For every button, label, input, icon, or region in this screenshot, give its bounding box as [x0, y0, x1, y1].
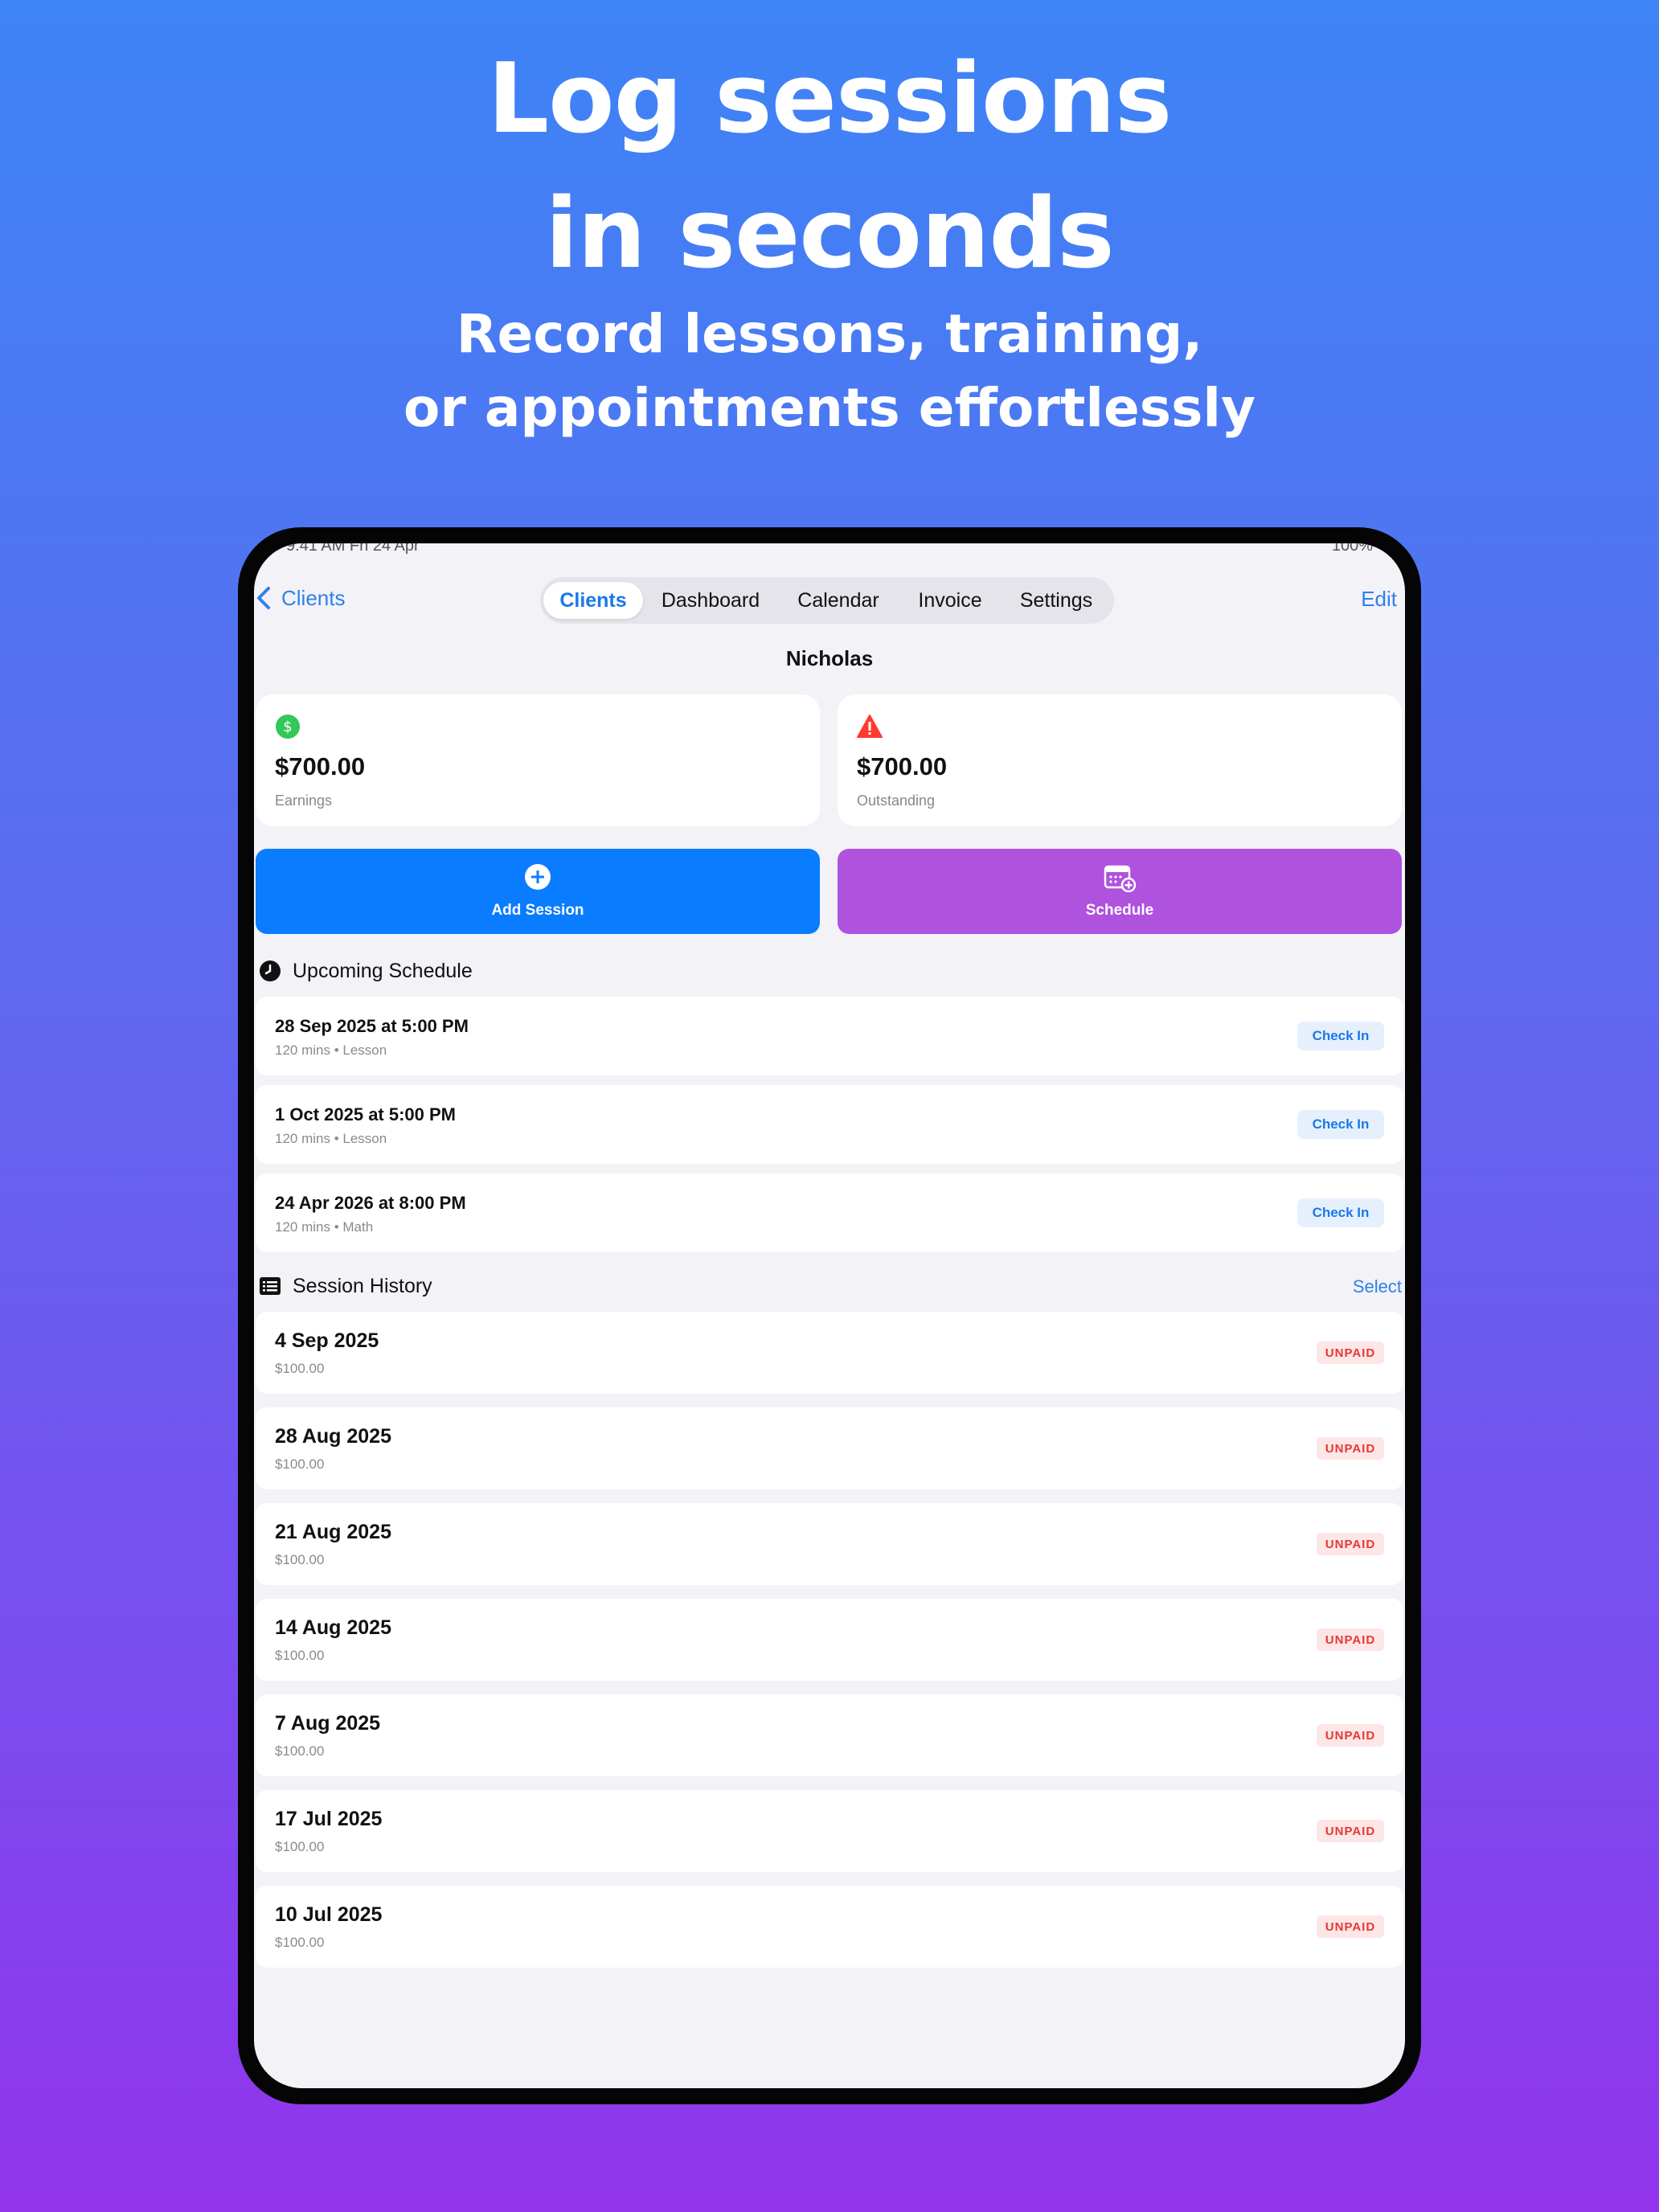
session-date: 10 Jul 2025 — [275, 1903, 383, 1926]
unpaid-status-badge: UNPAID — [1317, 1342, 1384, 1364]
tab-invoice[interactable]: Invoice — [899, 582, 1002, 619]
svg-text:$: $ — [283, 719, 292, 735]
upcoming-schedule-header: Upcoming Schedule — [259, 955, 473, 987]
tab-calendar[interactable]: Calendar — [778, 582, 899, 619]
upcoming-datetime: 1 Oct 2025 at 5:00 PM — [275, 1104, 457, 1124]
upcoming-row[interactable]: 28 Sep 2025 at 5:00 PM 120 mins • Lesson C… — [256, 997, 1403, 1075]
check-in-button[interactable]: Check In — [1297, 1110, 1384, 1139]
session-date: 7 Aug 2025 — [275, 1712, 381, 1735]
earnings-amount: $700.00 — [275, 752, 366, 780]
session-row[interactable]: 21 Aug 2025 $100.00 UNPAID — [256, 1503, 1403, 1585]
session-row[interactable]: 14 Aug 2025 $100.00 UNPAID — [256, 1599, 1403, 1681]
session-date: 28 Aug 2025 — [275, 1425, 391, 1448]
unpaid-status-badge: UNPAID — [1317, 1437, 1384, 1460]
session-amount: $100.00 — [275, 1456, 325, 1472]
check-in-button[interactable]: Check In — [1297, 1198, 1384, 1227]
dollar-circle-icon: $ — [276, 715, 300, 739]
session-row[interactable]: 10 Jul 2025 $100.00 UNPAID — [256, 1886, 1403, 1968]
upcoming-row[interactable]: 24 Apr 2026 at 8:00 PM 120 mins • Math Che… — [256, 1174, 1403, 1252]
outstanding-label: Outstanding — [857, 793, 936, 809]
unpaid-status-badge: UNPAID — [1317, 1820, 1384, 1842]
upcoming-detail: 120 mins • Lesson — [275, 1131, 387, 1146]
back-button-label: Clients — [281, 585, 346, 610]
session-amount: $100.00 — [275, 1935, 325, 1950]
unpaid-status-badge: UNPAID — [1317, 1628, 1384, 1651]
hero-subtitle: Record lessons, training, or appointment… — [0, 297, 1659, 445]
app-screen: 9:41 AM Fri 24 Apr 100% Clients Clients … — [254, 543, 1405, 2088]
chevron-left-icon — [257, 587, 270, 609]
session-row[interactable]: 17 Jul 2025 $100.00 UNPAID — [256, 1790, 1403, 1872]
session-date: 17 Jul 2025 — [275, 1808, 383, 1830]
plus-circle-icon — [525, 864, 551, 890]
tab-clients[interactable]: Clients — [543, 582, 643, 619]
edit-button[interactable]: Edit — [1361, 587, 1397, 612]
status-battery: 100% — [1331, 543, 1373, 555]
add-session-button[interactable]: Add Session — [256, 849, 820, 934]
unpaid-status-badge: UNPAID — [1317, 1533, 1384, 1555]
schedule-button[interactable]: Schedule — [838, 849, 1402, 934]
warning-triangle-icon — [857, 715, 883, 738]
session-row[interactable]: 28 Aug 2025 $100.00 UNPAID — [256, 1407, 1403, 1489]
upcoming-schedule-title: Upcoming Schedule — [293, 959, 473, 982]
nav-bar: Clients Clients Dashboard Calendar Invoi… — [254, 577, 1405, 625]
session-amount: $100.00 — [275, 1648, 325, 1663]
session-amount: $100.00 — [275, 1552, 325, 1567]
session-history-header: Session History — [259, 1270, 432, 1302]
back-button[interactable]: Clients — [254, 585, 345, 611]
hero-subtitle-line-2: or appointments effortlessly — [403, 377, 1256, 439]
session-date: 4 Sep 2025 — [275, 1329, 379, 1352]
session-date: 21 Aug 2025 — [275, 1521, 391, 1543]
hero-title-line-2: in seconds — [545, 178, 1114, 290]
session-history-title: Session History — [293, 1274, 432, 1297]
tab-dashboard[interactable]: Dashboard — [643, 582, 778, 619]
session-amount: $100.00 — [275, 1361, 325, 1376]
clock-icon — [260, 961, 281, 981]
unpaid-status-badge: UNPAID — [1317, 1915, 1384, 1938]
unpaid-status-badge: UNPAID — [1317, 1724, 1384, 1747]
hero-title-line-1: Log sessions — [487, 43, 1173, 155]
hero-subtitle-line-1: Record lessons, training, — [456, 303, 1203, 365]
hero-title: Log sessions in seconds — [0, 32, 1659, 302]
check-in-button[interactable]: Check In — [1297, 1022, 1384, 1051]
session-amount: $100.00 — [275, 1839, 325, 1854]
tab-settings[interactable]: Settings — [1002, 582, 1111, 619]
status-bar: 9:41 AM Fri 24 Apr 100% — [254, 543, 1405, 556]
session-date: 14 Aug 2025 — [275, 1616, 391, 1639]
select-button[interactable]: Select — [1353, 1276, 1402, 1297]
session-row[interactable]: 7 Aug 2025 $100.00 UNPAID — [256, 1694, 1403, 1776]
list-icon — [260, 1277, 281, 1295]
upcoming-datetime: 28 Sep 2025 at 5:00 PM — [275, 1016, 469, 1036]
tab-bar: Clients Dashboard Calendar Invoice Setti… — [540, 577, 1114, 624]
upcoming-detail: 120 mins • Lesson — [275, 1043, 387, 1058]
add-session-label: Add Session — [491, 902, 584, 919]
outstanding-card: $700.00 Outstanding — [838, 694, 1402, 826]
client-name: Nicholas — [785, 646, 874, 670]
upcoming-detail: 120 mins • Math — [275, 1219, 374, 1235]
earnings-card: $ $700.00 Earnings — [256, 694, 820, 826]
session-row[interactable]: 4 Sep 2025 $100.00 UNPAID — [256, 1312, 1403, 1394]
upcoming-row[interactable]: 1 Oct 2025 at 5:00 PM 120 mins • Lesson Ch… — [256, 1085, 1403, 1164]
schedule-label: Schedule — [1085, 902, 1154, 919]
earnings-label: Earnings — [275, 793, 333, 809]
status-time: 9:41 AM Fri 24 Apr — [286, 543, 420, 555]
outstanding-amount: $700.00 — [857, 752, 948, 780]
session-amount: $100.00 — [275, 1743, 325, 1759]
calendar-add-icon — [1104, 865, 1136, 892]
tablet-frame: 9:41 AM Fri 24 Apr 100% Clients Clients … — [238, 527, 1421, 2104]
upcoming-datetime: 24 Apr 2026 at 8:00 PM — [275, 1193, 466, 1213]
